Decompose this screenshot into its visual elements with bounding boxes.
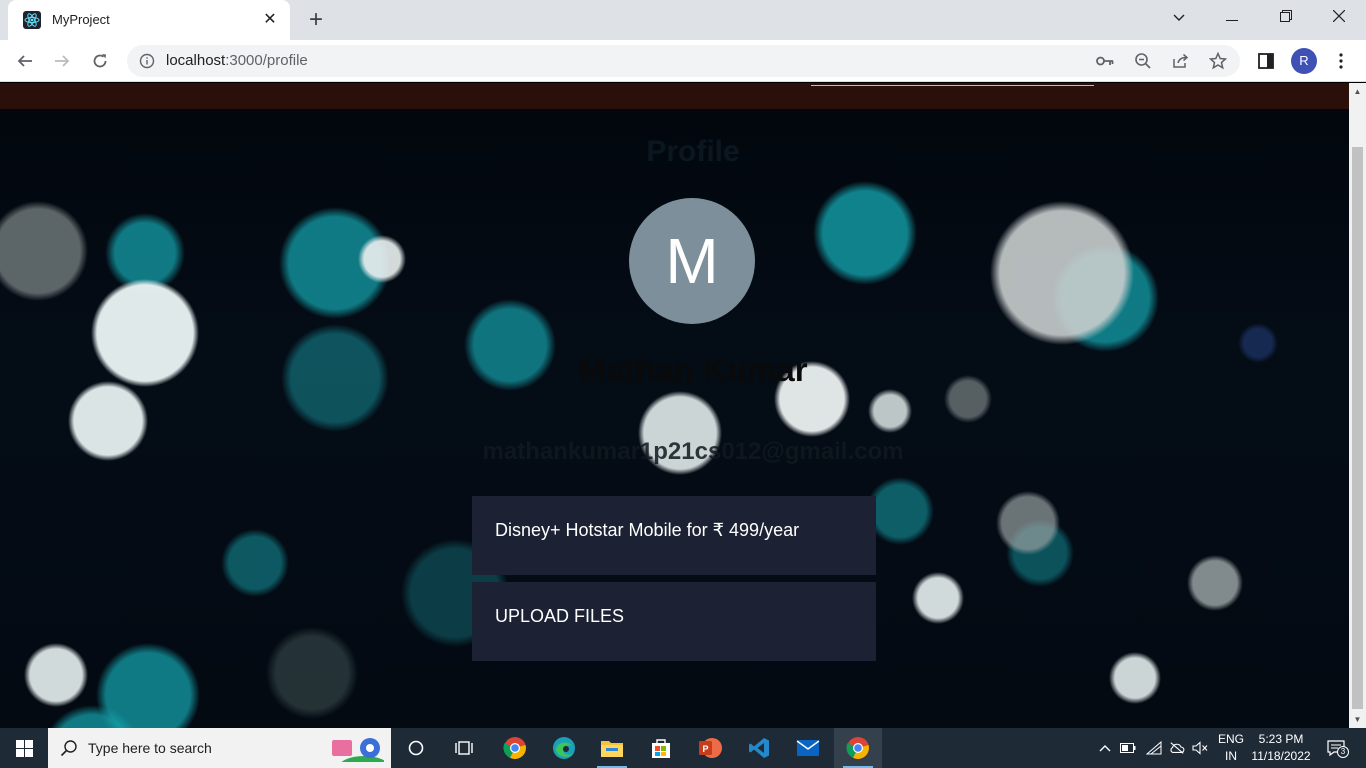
profile-avatar-button[interactable]: R [1291,48,1317,74]
task-view-icon[interactable] [440,728,488,768]
minimize-window-icon[interactable] [1205,0,1259,34]
battery-icon[interactable] [1120,740,1136,756]
region-code: IN [1225,749,1237,763]
new-tab-button[interactable]: + [303,8,329,34]
tab-title: MyProject [52,12,110,27]
microsoft-store-icon[interactable] [637,728,685,768]
windows-start-icon[interactable] [0,728,48,768]
bookmark-star-icon[interactable] [1208,51,1228,71]
restore-window-icon[interactable] [1259,0,1313,34]
page-viewport: Profile M Mathan Kumar mathankumar1p21cs… [0,83,1349,728]
address-bar[interactable]: localhost:3000/profile [127,45,1240,77]
search-icon [60,739,78,757]
notification-count-badge: 3 [1337,746,1349,758]
volume-muted-icon[interactable] [1192,740,1208,756]
taskbar-search-box[interactable]: Type here to search [48,728,391,768]
scroll-down-arrow-icon[interactable]: ▼ [1349,711,1366,728]
notifications-icon[interactable]: 3 [1325,740,1349,758]
upload-files-card[interactable]: UPLOAD FILES [472,582,876,661]
forward-arrow-icon[interactable] [49,48,75,74]
back-arrow-icon[interactable] [12,48,38,74]
clock-date: 11/18/2022 [1251,749,1311,763]
page-scrollbar[interactable]: ▲ ▼ [1349,83,1366,728]
search-highlight-icon [328,734,390,768]
language-indicator[interactable]: ENG IN [1214,732,1248,763]
user-name: Mathan Kumar [578,351,808,388]
scroll-thumb[interactable] [1352,147,1363,709]
file-explorer-icon[interactable] [588,728,636,768]
zoom-out-icon[interactable] [1133,51,1153,71]
powerpoint-icon[interactable]: P [686,728,734,768]
chrome-taskbar-icon[interactable] [491,728,539,768]
chrome-active-taskbar-icon[interactable] [834,728,882,768]
user-avatar: M [629,198,755,324]
search-placeholder: Type here to search [88,740,212,756]
svg-text:P: P [702,744,708,754]
browser-tab[interactable]: MyProject ✕ [8,0,290,40]
wifi-icon[interactable] [1146,740,1162,756]
share-icon[interactable] [1171,51,1191,71]
language-code: ENG [1217,732,1244,746]
url-text: localhost:3000/profile [166,52,308,69]
browser-toolbar: localhost:3000/profile R [0,40,1366,82]
clock[interactable]: 5:23 PM 11/18/2022 [1248,732,1314,763]
scroll-up-arrow-icon[interactable]: ▲ [1349,83,1366,100]
cortana-icon[interactable] [392,728,440,768]
edge-taskbar-icon[interactable] [540,728,588,768]
reload-icon[interactable] [87,48,113,74]
side-panel-icon[interactable] [1255,50,1277,72]
browser-tab-strip: MyProject ✕ + [0,0,1366,40]
site-info-icon[interactable] [139,53,155,69]
site-navbar [0,83,1349,109]
more-menu-icon[interactable] [1330,50,1352,72]
cloud-sync-icon[interactable] [1169,740,1185,756]
mail-icon[interactable] [784,728,832,768]
vscode-icon[interactable] [735,728,783,768]
react-logo-icon [23,11,41,29]
subscription-plan-label: Disney+ Hotstar Mobile for ₹ 499/year [495,520,800,540]
subscription-plan-card[interactable]: Disney+ Hotstar Mobile for ₹ 499/year [472,496,876,575]
clock-time: 5:23 PM [1258,732,1304,746]
close-tab-icon[interactable]: ✕ [260,10,280,30]
upload-files-label: UPLOAD FILES [495,606,625,626]
user-email: mathankumar1p21cs012@gmail.com [482,438,904,465]
page-title: Profile [646,135,740,168]
navbar-underline [811,85,1094,86]
tab-search-icon[interactable] [1152,0,1206,34]
password-key-icon[interactable] [1095,51,1115,71]
close-window-icon[interactable] [1312,0,1366,34]
windows-taskbar: Type here to search P ENG IN 5:23 PM 11/… [0,728,1366,768]
show-hidden-icons-icon[interactable] [1097,740,1113,756]
